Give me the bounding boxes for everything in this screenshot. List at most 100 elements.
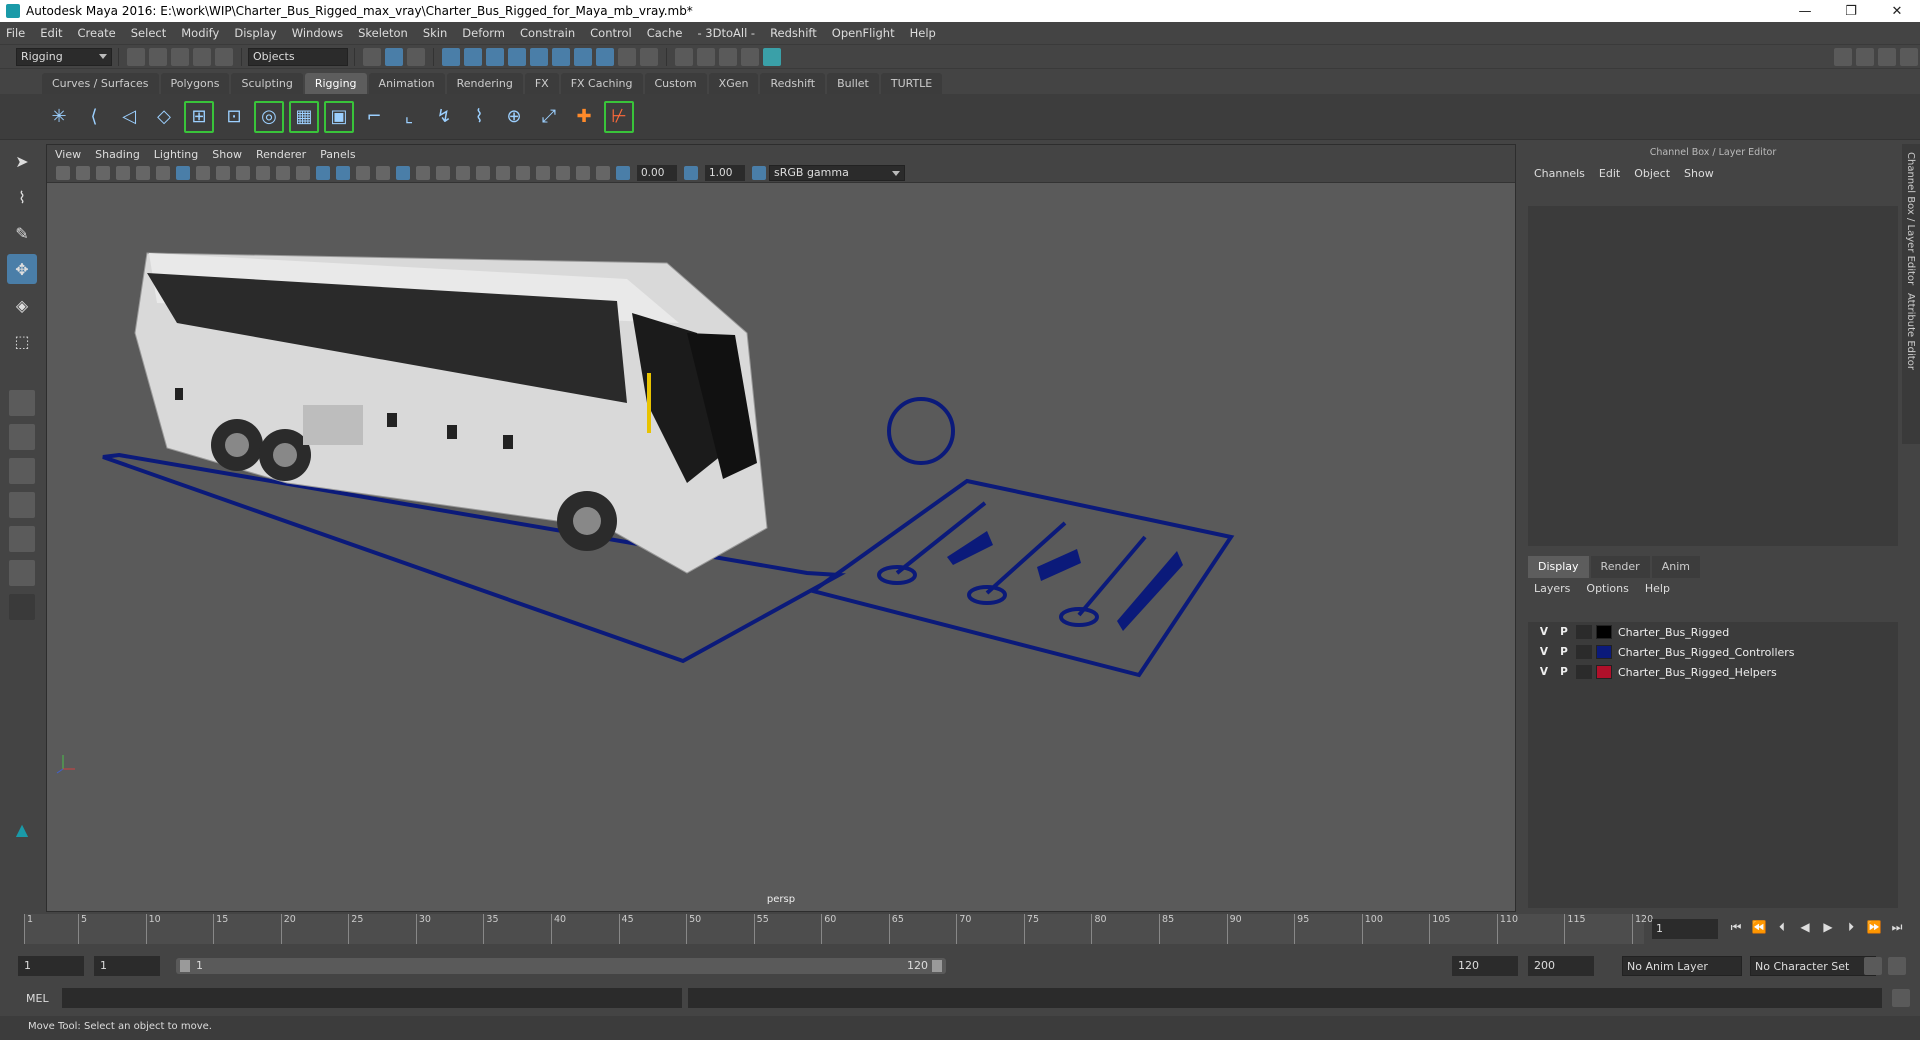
- tab-fx[interactable]: FX: [524, 73, 559, 94]
- workspace-icon[interactable]: [1834, 47, 1852, 66]
- step-forward-frame-icon[interactable]: ⏵: [1841, 920, 1861, 935]
- isolate-select-icon[interactable]: [536, 165, 550, 180]
- select-object-icon[interactable]: [385, 47, 403, 66]
- shadows-icon[interactable]: [436, 165, 450, 180]
- tab-anim[interactable]: Anim: [1651, 556, 1700, 578]
- pole-vector-icon[interactable]: ⊬: [604, 100, 634, 133]
- mirror-joint-icon[interactable]: ◇: [149, 101, 179, 133]
- range-bar[interactable]: 1 120: [176, 958, 946, 974]
- open-scene-icon[interactable]: [149, 47, 167, 66]
- exposure-icon[interactable]: [616, 165, 630, 180]
- menu-deform[interactable]: Deform: [462, 26, 505, 40]
- four-view-layout-icon[interactable]: [9, 424, 35, 450]
- menu-openflight[interactable]: OpenFlight: [832, 26, 895, 40]
- film-gate-icon[interactable]: [196, 165, 210, 180]
- anim-layer-dropdown[interactable]: No Anim Layer: [1622, 956, 1742, 976]
- resolution-gate-icon[interactable]: [216, 165, 230, 180]
- motion-blur-icon[interactable]: [476, 165, 490, 180]
- tab-bullet[interactable]: Bullet: [827, 73, 879, 94]
- render-settings-icon[interactable]: [719, 47, 737, 66]
- menu-skin[interactable]: Skin: [423, 26, 447, 40]
- layer-visibility-toggle[interactable]: V: [1534, 646, 1554, 658]
- render-frame-icon[interactable]: [675, 47, 693, 66]
- go-to-end-icon[interactable]: ⏭: [1887, 920, 1907, 935]
- menu-3dtoall[interactable]: - 3DtoAll -: [697, 26, 755, 40]
- tab-turtle[interactable]: TURTLE: [880, 73, 943, 94]
- point-constraint-icon[interactable]: ⊕: [499, 101, 529, 133]
- minimize-button[interactable]: —: [1782, 4, 1828, 19]
- layer-color-swatch[interactable]: [1596, 665, 1612, 679]
- lock-icon[interactable]: [618, 47, 636, 66]
- layer-playback-toggle[interactable]: P: [1554, 666, 1574, 678]
- layer-visibility-toggle[interactable]: V: [1534, 666, 1554, 678]
- bind-skin-icon[interactable]: ⌐: [359, 101, 389, 133]
- select-component-icon[interactable]: [407, 47, 425, 66]
- use-default-material-icon[interactable]: [356, 165, 370, 180]
- grease-pencil-icon[interactable]: [156, 165, 170, 180]
- menu-control[interactable]: Control: [590, 26, 632, 40]
- layer-row[interactable]: V P Charter_Bus_Rigged_Controllers: [1528, 642, 1898, 662]
- tab-render[interactable]: Render: [1590, 556, 1650, 578]
- range-start-handle[interactable]: [180, 960, 190, 972]
- vp-menu-show[interactable]: Show: [212, 148, 242, 161]
- menu-create[interactable]: Create: [78, 26, 116, 40]
- orient-constraint-icon[interactable]: ✚: [569, 101, 599, 133]
- gate-mask-icon[interactable]: [236, 165, 250, 180]
- menu-display[interactable]: Display: [234, 26, 276, 40]
- single-perspective-layout-icon[interactable]: [9, 390, 35, 416]
- xray-joints-icon[interactable]: [576, 165, 590, 180]
- charter-bus-model[interactable]: [134, 252, 768, 574]
- cluster-icon[interactable]: ⊡: [219, 101, 249, 133]
- cb-menu-channels[interactable]: Channels: [1534, 167, 1585, 180]
- snap-curve-icon[interactable]: [464, 47, 482, 66]
- current-frame-field[interactable]: 1: [1652, 919, 1718, 939]
- snap-point-icon[interactable]: [486, 47, 504, 66]
- layer-color-swatch[interactable]: [1596, 645, 1612, 659]
- exposure-field[interactable]: 0.00: [637, 164, 677, 181]
- tab-fx-caching[interactable]: FX Caching: [560, 73, 643, 94]
- paint-select-tool-icon[interactable]: ✎: [7, 218, 37, 248]
- vp-menu-renderer[interactable]: Renderer: [256, 148, 306, 161]
- selection-mode-dropdown[interactable]: Objects: [248, 47, 348, 66]
- layer-row[interactable]: V P Charter_Bus_Rigged: [1528, 622, 1898, 642]
- ik-spline-icon[interactable]: ◁: [114, 101, 144, 133]
- viewport-scene[interactable]: persp: [47, 183, 1515, 911]
- le-menu-help[interactable]: Help: [1645, 582, 1670, 600]
- menu-redshift[interactable]: Redshift: [770, 26, 817, 40]
- character-set-dropdown[interactable]: No Character Set: [1750, 956, 1876, 976]
- tab-display[interactable]: Display: [1528, 556, 1589, 578]
- hypershade-layout-icon[interactable]: [9, 526, 35, 552]
- snap-live-icon[interactable]: [552, 47, 570, 66]
- le-menu-layers[interactable]: Layers: [1534, 582, 1570, 600]
- aim-constraint-icon[interactable]: ⤢: [534, 101, 564, 133]
- snap-surface-icon[interactable]: [530, 47, 548, 66]
- vp-menu-view[interactable]: View: [55, 148, 81, 161]
- locator-icon[interactable]: ⊞: [184, 100, 214, 133]
- ik-handle-icon[interactable]: ⟨: [79, 101, 109, 133]
- playback-start-field[interactable]: 1: [94, 956, 160, 976]
- tab-curves-surfaces[interactable]: Curves / Surfaces: [42, 73, 159, 94]
- menu-constrain[interactable]: Constrain: [520, 26, 575, 40]
- step-forward-key-icon[interactable]: ⏩: [1864, 920, 1884, 935]
- parent-constraint-icon[interactable]: ⌇: [464, 101, 494, 133]
- select-camera-icon[interactable]: [56, 165, 70, 180]
- grid-icon[interactable]: [176, 165, 190, 180]
- 2d-pan-zoom-icon[interactable]: [136, 165, 150, 180]
- step-back-frame-icon[interactable]: ⏴: [1772, 920, 1792, 935]
- tab-rendering[interactable]: Rendering: [446, 73, 523, 94]
- xray-components-icon[interactable]: [596, 165, 610, 180]
- time-slider-track[interactable]: 1 5 10 15 20 25 30 35 40 45 50 55 60 65 70 75 80 85 90 95 10…: [24, 914, 1653, 944]
- menu-windows[interactable]: Windows: [292, 26, 343, 40]
- view-transform-dropdown[interactable]: sRGB gamma: [769, 164, 905, 181]
- textured-icon[interactable]: [396, 165, 410, 180]
- auto-key-icon[interactable]: [1864, 957, 1882, 975]
- hypershade-icon[interactable]: [741, 47, 759, 66]
- side-tab-channel-box[interactable]: Channel Box / Layer Editor: [1905, 152, 1916, 285]
- tab-custom[interactable]: Custom: [644, 73, 707, 94]
- image-plane-icon[interactable]: [116, 165, 130, 180]
- command-input[interactable]: [62, 988, 682, 1008]
- panel-toggle-icon[interactable]: [1900, 47, 1918, 66]
- tab-rigging[interactable]: Rigging: [304, 73, 367, 94]
- snap-grid-icon[interactable]: [442, 47, 460, 66]
- snap-view-plane-icon[interactable]: [508, 47, 526, 66]
